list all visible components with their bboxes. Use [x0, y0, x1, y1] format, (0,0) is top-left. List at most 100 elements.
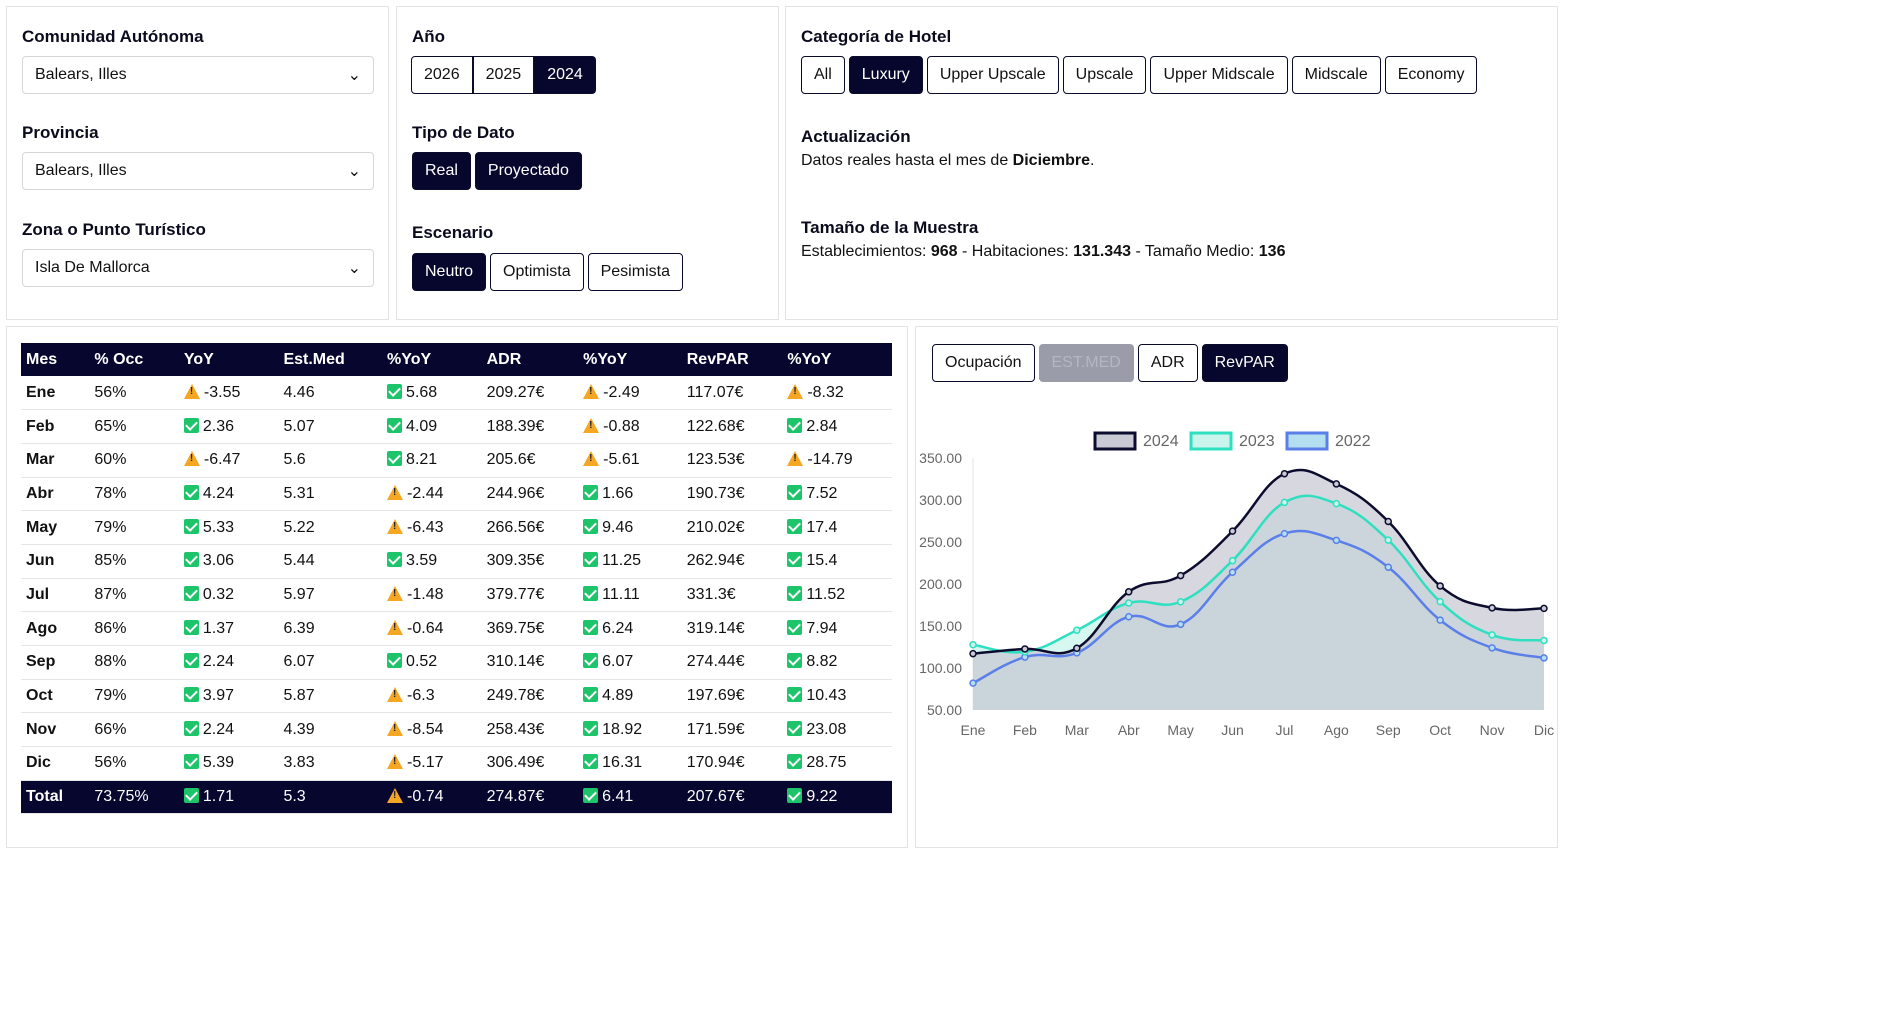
cell-value: 209.27€: [486, 383, 545, 401]
year-2024-button[interactable]: 2024: [534, 56, 596, 94]
cell-value: 7.52: [806, 484, 838, 502]
tab-revpar[interactable]: RevPAR: [1201, 344, 1288, 382]
check-icon: [387, 552, 403, 568]
check-icon: [183, 552, 199, 568]
total-row: Total 73.75% 1.71 5.3 -0.74 274.87€ 6.41 207.67…: [21, 780, 892, 815]
cell-value: Oct: [26, 687, 53, 705]
revpar-chart: 350.00 300.00 250.00 200.00 150.00 100.00 50.0…: [919, 431, 1554, 738]
check-icon: [583, 653, 599, 669]
data-point: [969, 640, 977, 649]
comunidad-select[interactable]: Balears, Illes ⌄: [22, 56, 374, 94]
table-row: Abr 78% 4.24 5.31 -2.44 244.96€ 1.66 190.73€ 7.5…: [21, 477, 892, 512]
data-point: [1176, 597, 1185, 606]
cell-value: Nov: [26, 720, 57, 738]
data-point: [1228, 527, 1237, 535]
cell-value: 210.02€: [686, 518, 745, 536]
cell-value: 85%: [94, 552, 127, 570]
cell-value: 2.84: [806, 417, 838, 435]
chevron-down-icon: ⌄: [347, 260, 361, 277]
warning-icon: [387, 619, 404, 635]
category-upper-midscale-button[interactable]: Upper Midscale: [1150, 56, 1288, 94]
cell-value: 18.92: [602, 720, 643, 738]
data-point: [1332, 480, 1341, 488]
cell-value: 3.97: [202, 687, 235, 705]
check-icon: [583, 720, 599, 736]
column-header: Est.Med: [278, 343, 383, 376]
escenario-neutro-button[interactable]: Neutro: [412, 253, 487, 291]
warning-icon: [583, 383, 600, 399]
check-icon: [787, 754, 803, 770]
category-upper-upscale-button[interactable]: Upper Upscale: [926, 56, 1059, 94]
data-point: [1436, 597, 1444, 606]
data-filters-panel: Año 2026 2025 2024 Tipo de Dato Real Pro…: [396, 6, 779, 320]
tipo-proyectado-button[interactable]: Proyectado: [474, 152, 582, 190]
check-icon: [583, 552, 599, 568]
y-tick-label: 300.00: [919, 492, 962, 508]
check-icon: [183, 585, 199, 601]
cell-value: -2.44: [407, 484, 444, 502]
zona-select[interactable]: Isla De Mallorca ⌄: [22, 249, 374, 287]
year-2026-button[interactable]: 2026: [411, 56, 473, 94]
cell-value: -8.32: [807, 383, 844, 401]
tab-ocupacion[interactable]: Ocupación: [932, 344, 1035, 382]
cell-value: 86%: [94, 619, 127, 637]
tipo-real-button[interactable]: Real: [412, 152, 471, 190]
cell-value: 3.59: [406, 552, 438, 570]
category-panel: Categoría de Hotel All Luxury Upper Upsc…: [785, 6, 1558, 320]
escenario-pesimista-button[interactable]: Pesimista: [587, 253, 683, 291]
cell-value: 65%: [94, 417, 127, 435]
location-filters-panel: Comunidad Autónoma Balears, Illes ⌄ Provi…: [6, 6, 389, 320]
cell-value: -6.3: [407, 687, 435, 705]
cell-value: -3.55: [203, 383, 241, 401]
tab-est-med[interactable]: EST.MED: [1038, 344, 1134, 382]
check-icon: [787, 417, 803, 433]
cell-value: -2.49: [603, 383, 640, 401]
cell-value: 249.78€: [486, 687, 545, 705]
check-icon: [787, 552, 803, 568]
cell-value: Ene: [26, 383, 56, 401]
comunidad-value: Balears, Illes: [35, 66, 127, 83]
year-2025-button[interactable]: 2025: [472, 56, 535, 94]
escenario-optimista-button[interactable]: Optimista: [490, 253, 584, 291]
data-point: [1488, 644, 1496, 652]
cell-value: 16.31: [602, 754, 643, 772]
cell-value: 6.07: [283, 653, 315, 671]
check-icon: [387, 451, 403, 467]
cell-value: 6.24: [602, 619, 634, 637]
tab-adr[interactable]: ADR: [1137, 344, 1198, 382]
legend-swatch: [1093, 431, 1137, 451]
cell-value: 262.94€: [686, 552, 745, 570]
y-tick-label: 100.00: [919, 660, 962, 676]
cell-value: 11.25: [602, 552, 642, 570]
cell-value: 1.37: [202, 619, 235, 637]
check-icon: [787, 585, 803, 601]
warning-icon: [387, 687, 404, 703]
cell-value: 10.43: [806, 687, 847, 705]
cell-value: Ago: [26, 619, 58, 637]
warning-icon: [387, 518, 404, 534]
legend-label: 2024: [1143, 433, 1179, 450]
cell-value: 60%: [94, 451, 127, 469]
x-tick-label: Feb: [1013, 722, 1037, 738]
category-all-button[interactable]: All: [801, 56, 845, 94]
table-row: May 79% 5.33 5.22 -6.43 266.56€ 9.46 210.02€ 17.…: [21, 510, 892, 545]
data-point: [969, 679, 977, 687]
cell-value: -5.61: [603, 451, 640, 469]
check-icon: [183, 687, 199, 703]
category-midscale-button[interactable]: Midscale: [1291, 56, 1381, 94]
column-header: ADR: [481, 343, 579, 376]
data-point: [1073, 644, 1081, 652]
category-luxury-button[interactable]: Luxury: [848, 56, 923, 94]
category-upscale-button[interactable]: Upscale: [1062, 56, 1147, 94]
x-tick-label: Dic: [1534, 722, 1554, 738]
x-tick-label: May: [1167, 722, 1193, 738]
warning-icon: [787, 383, 804, 399]
provincia-select[interactable]: Balears, Illes ⌄: [22, 152, 374, 190]
categoria-label: Categoría de Hotel: [801, 27, 952, 46]
cell-value: 188.39€: [486, 417, 545, 435]
data-point: [1124, 599, 1133, 607]
check-icon: [387, 383, 403, 399]
category-economy-button[interactable]: Economy: [1384, 56, 1478, 94]
warning-icon: [387, 788, 404, 804]
y-tick-label: 350.00: [919, 450, 962, 466]
